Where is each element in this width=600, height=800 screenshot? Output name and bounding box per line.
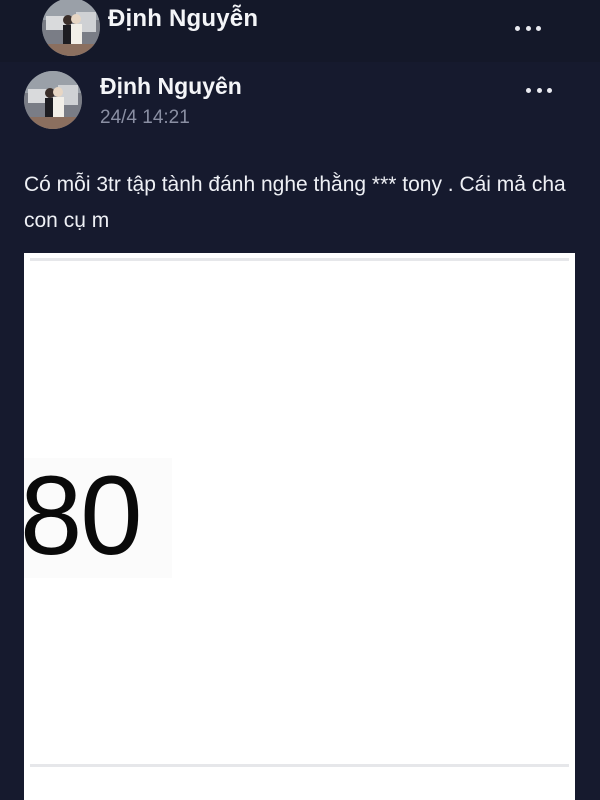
more-dots-icon[interactable] <box>526 84 552 96</box>
image-divider <box>30 764 569 767</box>
avatar-photo-icon <box>24 71 82 129</box>
post-body-text: Có mỗi 3tr tập tành đánh nghe thằng *** … <box>24 173 566 232</box>
post-image[interactable]: 80 <box>24 253 575 800</box>
post-author-name[interactable]: Định Nguyên <box>100 73 242 100</box>
image-divider <box>30 258 569 261</box>
post-author-avatar[interactable] <box>24 71 82 129</box>
top-header-name: Định Nguyễn <box>108 5 259 32</box>
more-dots-icon[interactable] <box>515 22 541 34</box>
top-header: Định Nguyễn <box>0 0 600 62</box>
top-avatar[interactable] <box>42 0 100 56</box>
avatar-photo-icon <box>42 0 100 56</box>
post-screen: Định Nguyễn Định Nguyên 24/4 14:21 Có mỗ… <box>0 0 600 800</box>
image-number-text: 80 <box>24 453 143 578</box>
post-timestamp: 24/4 14:21 <box>100 107 190 128</box>
